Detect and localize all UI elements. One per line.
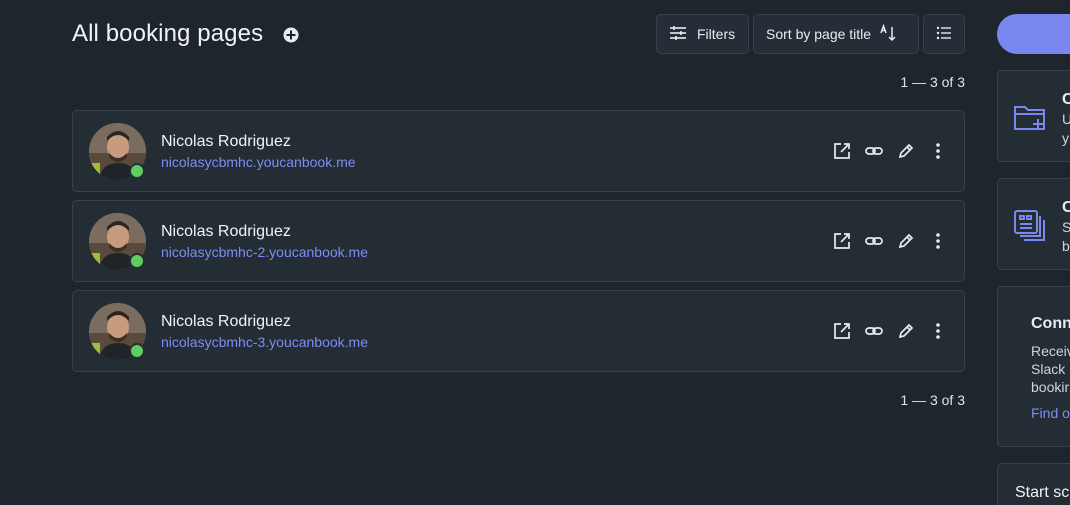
page-title: All booking pages xyxy=(72,20,264,47)
card-owner-name: Nicolas Rodriguez xyxy=(161,313,291,330)
pagination-count-bottom: 1 — 3 of 3 xyxy=(900,392,965,408)
filters-button[interactable]: Filters xyxy=(656,14,749,54)
sidebar-card-text: Slack xyxy=(1031,361,1066,377)
filter-sliders-icon xyxy=(669,25,687,44)
sidebar-card-text: U xyxy=(1062,111,1070,127)
sidebar-card-link[interactable]: Find o xyxy=(1031,405,1070,421)
card-url-link[interactable]: nicolasycbmhc-2.youcanbook.me xyxy=(161,244,368,260)
edit-pencil-icon[interactable] xyxy=(896,141,916,161)
sidebar-card-duplicate[interactable]: C S b xyxy=(997,178,1070,270)
sidebar-card-text: y xyxy=(1062,130,1069,146)
more-vertical-icon[interactable] xyxy=(928,321,948,341)
card-owner-name: Nicolas Rodriguez xyxy=(161,223,291,240)
page-header: All booking pages Filters Sort by page t… xyxy=(72,14,965,54)
booking-page-card[interactable]: Nicolas Rodriguez nicolasycbmhc.youcanbo… xyxy=(72,110,965,192)
link-icon[interactable] xyxy=(864,231,884,251)
card-url-link[interactable]: nicolasycbmhc-3.youcanbook.me xyxy=(161,334,368,350)
more-vertical-icon[interactable] xyxy=(928,141,948,161)
booking-page-card[interactable]: Nicolas Rodriguez nicolasycbmhc-2.youcan… xyxy=(72,200,965,282)
filters-label: Filters xyxy=(697,26,736,42)
booking-page-card[interactable]: Nicolas Rodriguez nicolasycbmhc-3.youcan… xyxy=(72,290,965,372)
sort-label: Sort by page title xyxy=(766,26,872,42)
list-view-button[interactable] xyxy=(923,14,965,54)
create-booking-page-button[interactable] xyxy=(997,14,1070,54)
status-online-dot xyxy=(129,163,145,179)
card-actions xyxy=(832,231,948,251)
pagination-count-top: 1 — 3 of 3 xyxy=(900,74,965,90)
card-actions xyxy=(832,321,948,341)
status-online-dot xyxy=(129,253,145,269)
list-view-icon xyxy=(936,26,952,43)
external-link-icon[interactable] xyxy=(832,231,852,251)
sort-alpha-icon xyxy=(879,23,897,45)
sidebar-card-text: b xyxy=(1062,238,1070,254)
sidebar-card-folders[interactable]: C U y xyxy=(997,70,1070,162)
sidebar-card-text: Receiv xyxy=(1031,343,1070,359)
sidebar-card-connect: Conn Receiv Slack bookir Find o xyxy=(997,286,1070,447)
sidebar-card-title: C xyxy=(1062,199,1070,217)
sidebar-card-title: Conn xyxy=(1031,315,1070,332)
edit-pencil-icon[interactable] xyxy=(896,231,916,251)
card-url-link[interactable]: nicolasycbmhc.youcanbook.me xyxy=(161,154,356,170)
sidebar-card-title: Start sc xyxy=(1015,484,1070,501)
duplicate-pages-icon xyxy=(1012,207,1048,248)
sidebar-card-title: C xyxy=(1062,91,1070,109)
card-actions xyxy=(832,141,948,161)
sidebar-card-text: S xyxy=(1062,219,1070,235)
edit-pencil-icon[interactable] xyxy=(896,321,916,341)
more-vertical-icon[interactable] xyxy=(928,231,948,251)
add-circle-icon[interactable] xyxy=(283,27,299,43)
link-icon[interactable] xyxy=(864,141,884,161)
folder-plus-icon xyxy=(1012,99,1048,140)
link-icon[interactable] xyxy=(864,321,884,341)
sort-button[interactable]: Sort by page title xyxy=(753,14,919,54)
external-link-icon[interactable] xyxy=(832,141,852,161)
external-link-icon[interactable] xyxy=(832,321,852,341)
sidebar-card-start[interactable]: Start sc xyxy=(997,463,1070,505)
status-online-dot xyxy=(129,343,145,359)
sidebar-card-text: bookir xyxy=(1031,379,1070,395)
card-owner-name: Nicolas Rodriguez xyxy=(161,133,291,150)
